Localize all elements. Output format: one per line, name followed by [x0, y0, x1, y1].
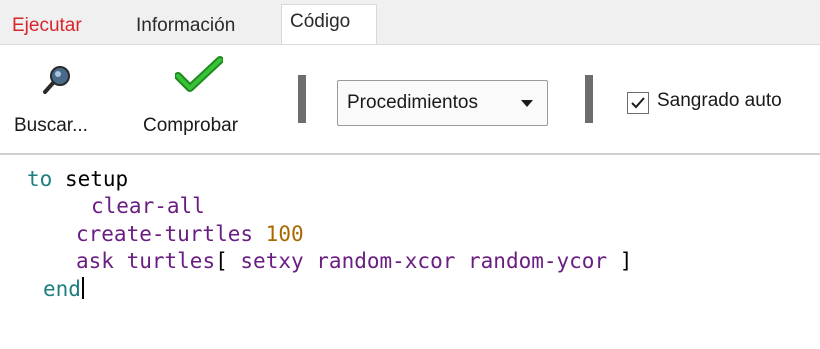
keyword: to: [27, 167, 53, 191]
primitive: clear-all: [91, 194, 205, 218]
code-line: clear-all: [91, 193, 205, 219]
code-line: end: [43, 276, 84, 302]
tab-informacion[interactable]: Información: [128, 8, 243, 44]
toolbar-separator: [298, 75, 306, 123]
find-icon[interactable]: [40, 63, 74, 102]
number: 100: [265, 222, 304, 246]
procedures-dropdown[interactable]: Procedimientos: [337, 80, 548, 126]
code-line: create-turtles 100: [76, 221, 304, 247]
primitive: turtles: [126, 249, 216, 273]
primitive: random-xcor: [316, 249, 456, 273]
code-text: ]: [607, 249, 633, 273]
tab-codigo[interactable]: Código: [281, 4, 377, 46]
check-button[interactable]: Comprobar: [143, 115, 238, 137]
code-text: setup: [52, 167, 129, 191]
primitive: ask: [76, 249, 114, 273]
primitive: random-ycor: [468, 249, 608, 273]
code-line: ask turtles[ setxy random-xcor random-yc…: [76, 248, 632, 274]
chevron-down-icon: [521, 100, 533, 107]
tab-bar: Ejecutar Información Código: [0, 0, 820, 46]
check-icon[interactable]: [174, 56, 224, 99]
find-button[interactable]: Buscar...: [14, 115, 88, 137]
primitive: create-turtles: [76, 222, 254, 246]
code-text: [: [215, 249, 241, 273]
primitive: setxy: [240, 249, 304, 273]
auto-indent-checkbox[interactable]: [627, 92, 649, 114]
checkmark-icon: [631, 97, 645, 109]
tab-ejecutar[interactable]: Ejecutar: [4, 8, 90, 44]
procedures-label: Procedimientos: [347, 92, 478, 113]
code-editor[interactable]: to setup clear-all create-turtles 100 as…: [0, 155, 820, 349]
keyword: end: [43, 277, 81, 301]
auto-indent-label: Sangrado auto: [657, 90, 782, 111]
text-cursor: [81, 277, 84, 299]
code-toolbar: Buscar... Comprobar Procedimientos Sangr…: [0, 45, 820, 153]
toolbar-separator: [585, 75, 593, 123]
code-line: to setup: [27, 166, 128, 192]
